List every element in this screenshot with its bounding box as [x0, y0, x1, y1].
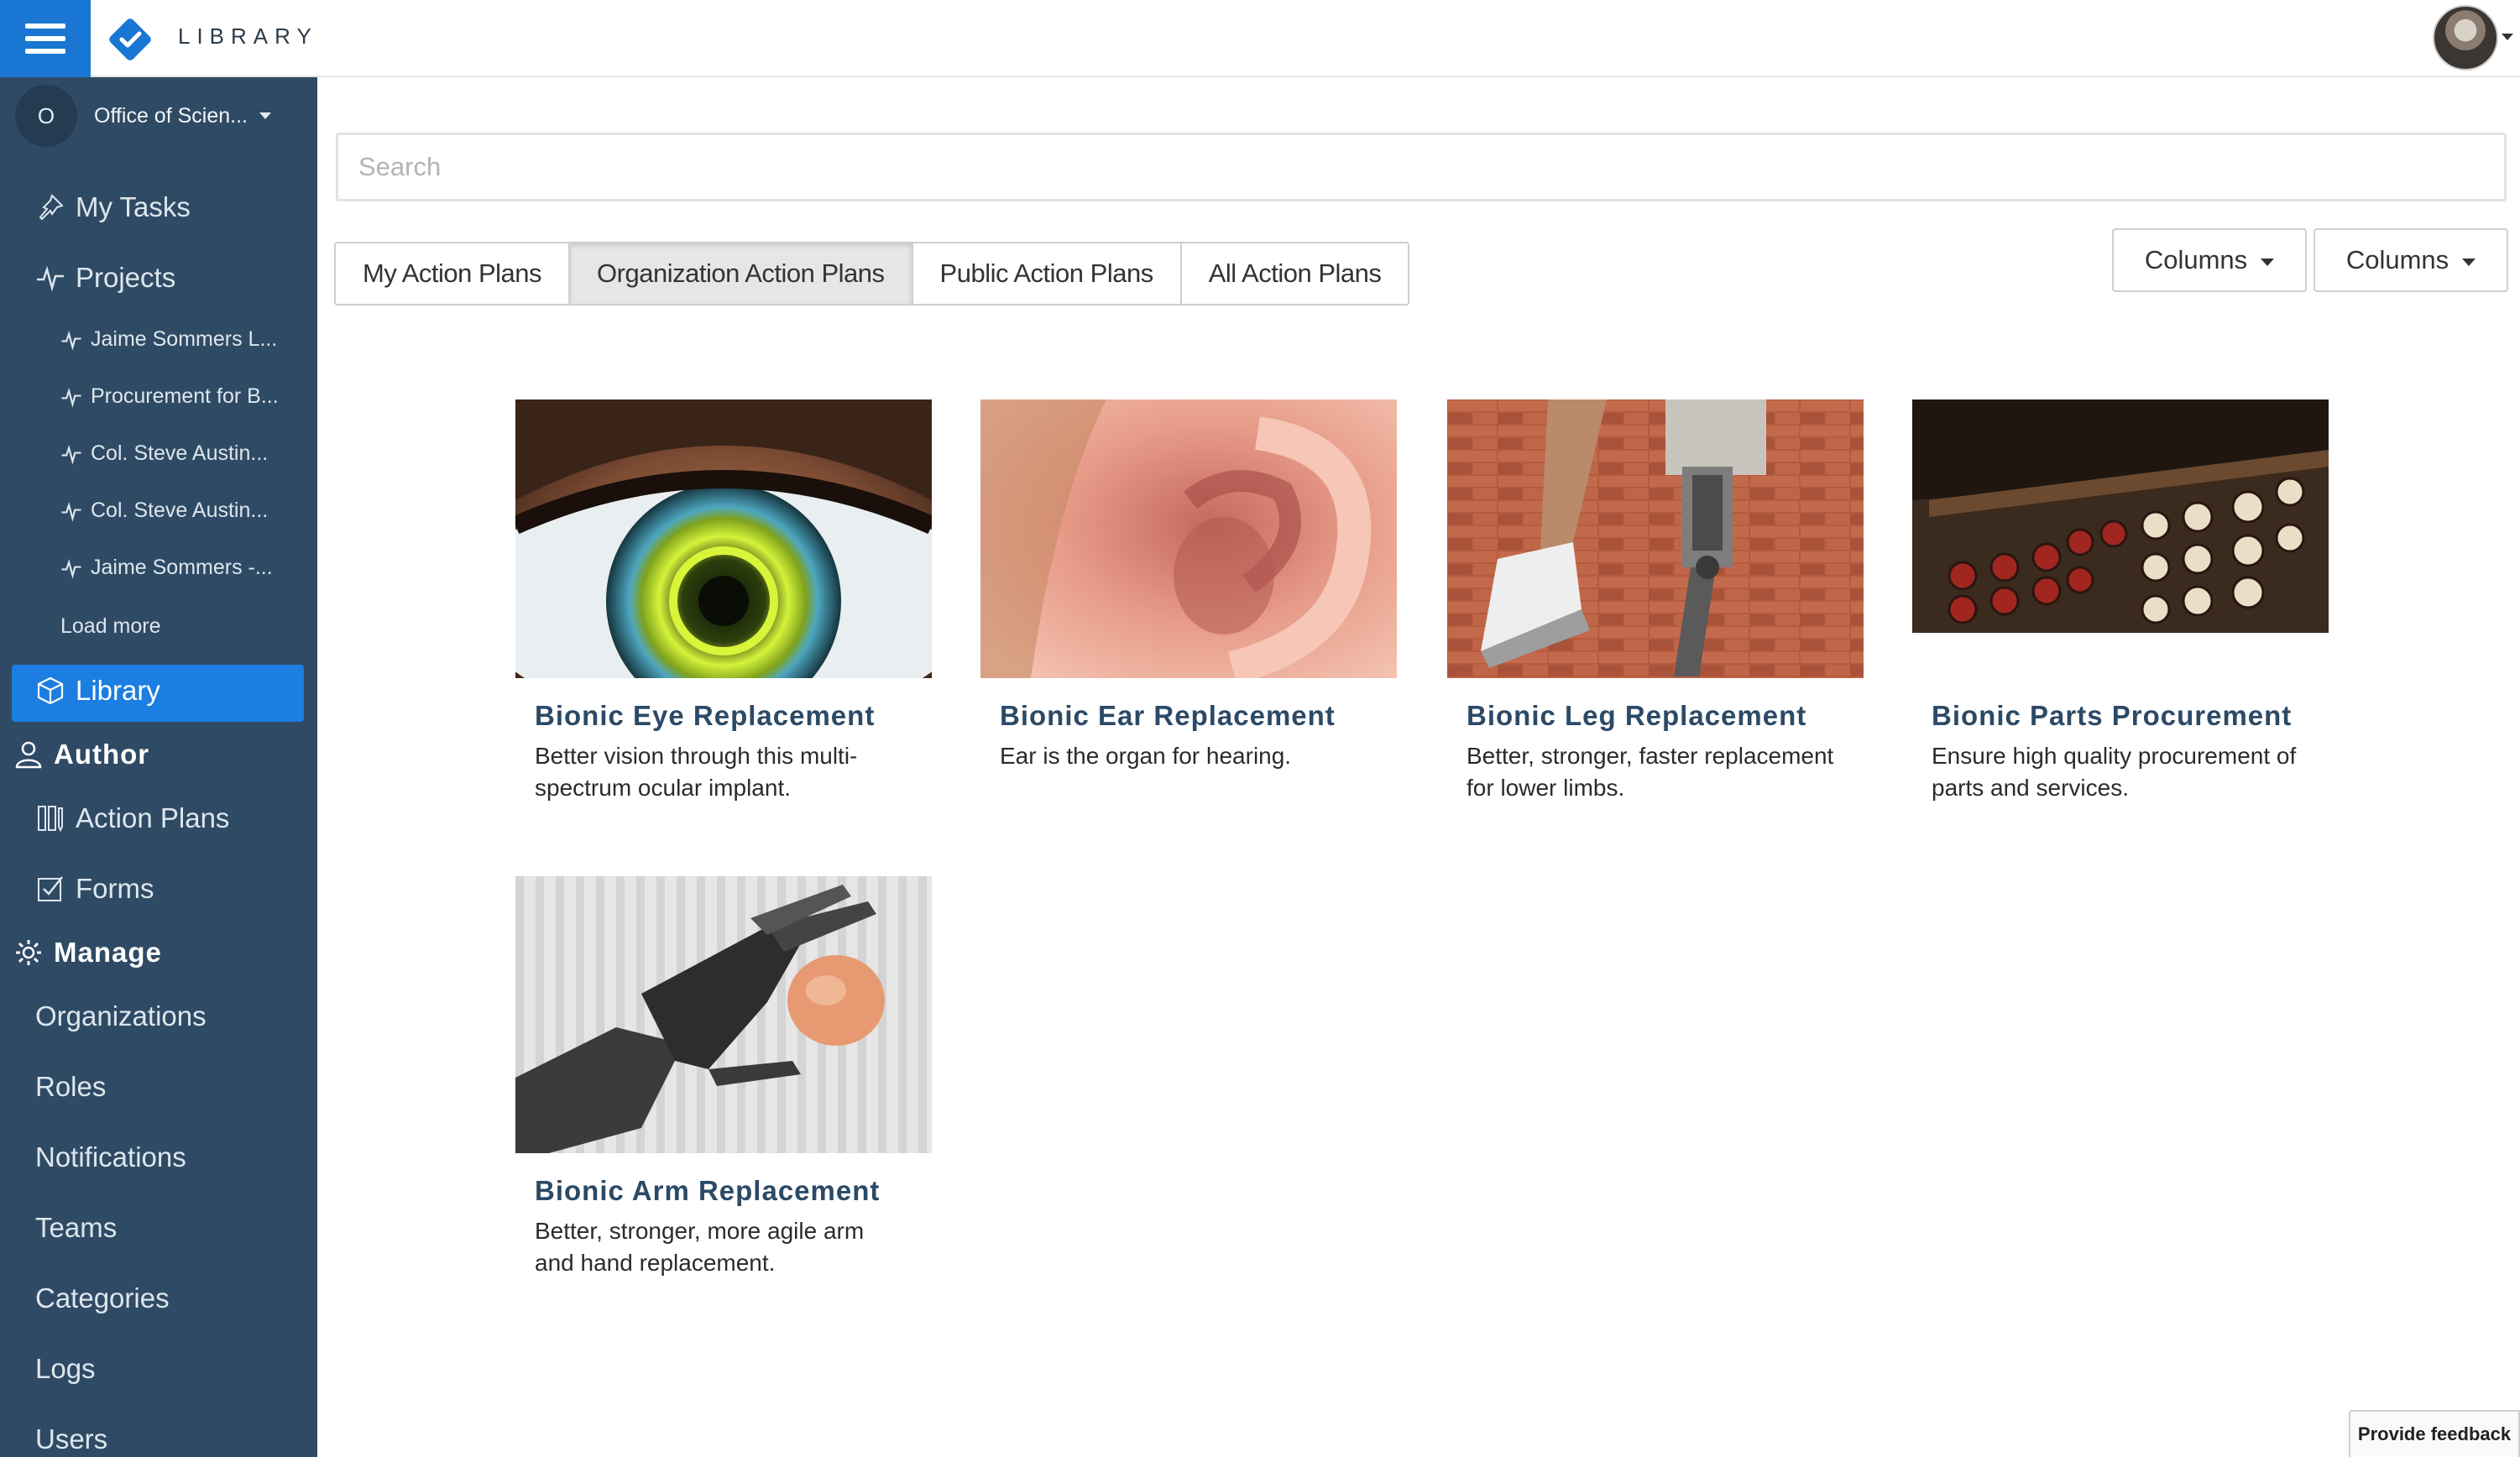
sidebar-item-label: Action Plans [76, 802, 230, 833]
card-title[interactable]: Bionic Parts Procurement [1932, 700, 2329, 732]
library-logo-icon [109, 18, 151, 60]
activity-icon [37, 265, 64, 292]
columns-dropdown-button[interactable]: Columns [2112, 228, 2307, 292]
sidebar-item-label: Jaime Sommers -... [91, 556, 273, 579]
library-card[interactable]: Bionic Parts Procurement Ensure high qua… [1912, 400, 2329, 804]
sidebar-item-logs[interactable]: Logs [35, 1353, 96, 1385]
sidebar-item-categories[interactable]: Categories [35, 1282, 170, 1314]
sidebar-project-item[interactable]: Jaime Sommers L... [60, 327, 277, 352]
user-avatar[interactable] [2433, 5, 2498, 70]
load-more-link[interactable]: Load more [60, 614, 161, 639]
tab-all-action-plans[interactable]: All Action Plans [1179, 242, 1410, 306]
card-image-arm[interactable] [515, 876, 932, 1153]
section-manage: Manage [13, 937, 162, 969]
sidebar-project-item[interactable]: Col. Steve Austin... [60, 441, 268, 466]
card-title[interactable]: Bionic Leg Replacement [1467, 700, 1864, 732]
action-plans-icon [38, 806, 63, 833]
org-switcher[interactable]: O Office of Scien... [15, 85, 301, 147]
sidebar-item-label: Forms [76, 873, 154, 904]
section-heading: Author [54, 739, 150, 770]
tab-my-action-plans[interactable]: My Action Plans [334, 242, 571, 306]
library-card[interactable]: Bionic Leg Replacement Better, stronger,… [1447, 400, 1864, 804]
sidebar-item-my-tasks[interactable]: My Tasks [35, 191, 191, 223]
library-card[interactable]: Bionic Arm Replacement Better, stronger,… [515, 876, 932, 1279]
sidebar-item-forms[interactable]: Forms [35, 873, 154, 905]
sidebar-item-teams[interactable]: Teams [35, 1212, 117, 1244]
section-heading: Manage [54, 937, 162, 968]
chevron-down-icon [2462, 258, 2476, 266]
org-name: Office of Scien... [94, 103, 248, 128]
columns-dropdown-button[interactable]: Columns [2313, 228, 2508, 292]
checkbox-icon [38, 876, 63, 901]
sidebar-item-action-plans[interactable]: Action Plans [35, 802, 229, 834]
menu-icon[interactable] [0, 0, 91, 77]
app-brand: LIBRARY [178, 24, 318, 49]
sidebar-item-roles[interactable]: Roles [35, 1071, 106, 1103]
sidebar-item-organizations[interactable]: Organizations [35, 1000, 207, 1032]
sidebar-project-item[interactable]: Procurement for B... [60, 384, 279, 409]
sidebar-item-label: Col. Steve Austin... [91, 441, 269, 465]
card-description: Ear is the organ for hearing. [1000, 743, 1292, 769]
sidebar-item-users[interactable]: Users [35, 1423, 107, 1455]
activity-icon [61, 330, 81, 351]
button-label: Columns [2345, 245, 2449, 274]
cube-icon [37, 676, 64, 705]
library-card[interactable]: Bionic Eye Replacement Better vision thr… [515, 400, 932, 804]
card-image-leg[interactable] [1447, 400, 1864, 678]
card-image-ear[interactable] [980, 400, 1397, 678]
card-description: Better vision through this multi-spectru… [535, 743, 858, 801]
card-title[interactable]: Bionic Ear Replacement [1000, 700, 1397, 732]
card-image-eye[interactable] [515, 400, 932, 678]
chevron-down-icon [2261, 258, 2275, 266]
sidebar-item-label: Projects [76, 262, 176, 293]
card-description: Better, stronger, faster replacement for… [1467, 743, 1834, 801]
activity-icon [61, 387, 81, 408]
sidebar-item-label: My Tasks [76, 191, 191, 222]
tab-public-action-plans[interactable]: Public Action Plans [911, 242, 1182, 306]
search-input[interactable] [338, 135, 2504, 199]
card-description: Better, stronger, more agile arm and han… [535, 1218, 865, 1276]
sidebar-item-library[interactable]: Library [35, 675, 160, 707]
sidebar-project-item[interactable]: Col. Steve Austin... [60, 499, 268, 523]
sidebar-project-item[interactable]: Jaime Sommers -... [60, 556, 273, 580]
button-label: Columns [2144, 245, 2248, 274]
card-description: Ensure high quality procurement of parts… [1932, 743, 2297, 801]
sidebar-item-label: Jaime Sommers L... [91, 327, 278, 351]
library-card[interactable]: Bionic Ear Replacement Ear is the organ … [980, 400, 1397, 772]
card-title[interactable]: Bionic Eye Replacement [535, 700, 932, 732]
sidebar-item-label: Col. Steve Austin... [91, 499, 269, 522]
sidebar-item-notifications[interactable]: Notifications [35, 1141, 186, 1173]
sidebar-item-label: Library [76, 675, 160, 706]
sidebar: O Office of Scien... My Tasks Projects J… [0, 77, 317, 1457]
activity-icon [61, 444, 81, 465]
top-bar: LIBRARY [0, 0, 2520, 77]
action-plan-tabs: My Action Plans Organization Action Plan… [334, 242, 1410, 306]
activity-icon [61, 558, 81, 579]
gear-icon [16, 940, 41, 965]
chevron-down-icon [259, 112, 271, 119]
sidebar-item-label: Procurement for B... [91, 384, 279, 408]
activity-icon [61, 501, 81, 522]
search-bar [336, 133, 2507, 201]
card-image-register[interactable] [1912, 400, 2329, 633]
section-author: Author [13, 739, 149, 770]
user-icon [15, 741, 42, 769]
org-avatar: O [15, 85, 77, 147]
card-title[interactable]: Bionic Arm Replacement [535, 1175, 932, 1207]
chevron-down-icon[interactable] [2502, 34, 2513, 40]
provide-feedback-button[interactable]: Provide feedback [2349, 1410, 2520, 1457]
pin-icon [39, 194, 64, 221]
sidebar-item-projects[interactable]: Projects [35, 262, 175, 294]
tab-organization-action-plans[interactable]: Organization Action Plans [568, 242, 913, 306]
